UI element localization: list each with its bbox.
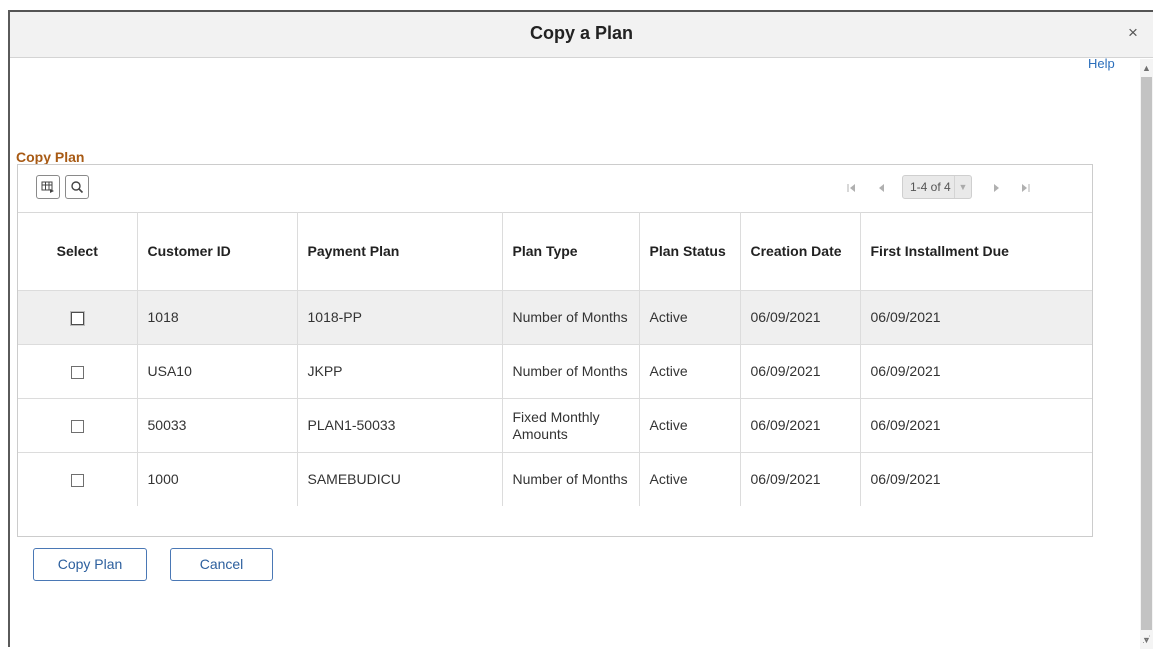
select-checkbox[interactable] bbox=[70, 311, 84, 325]
payment-plan-cell: JKPP bbox=[297, 344, 503, 399]
scroll-up-arrow-icon[interactable]: ▲ bbox=[1140, 61, 1153, 75]
select-checkbox[interactable] bbox=[70, 419, 84, 433]
copy-plan-button[interactable]: Copy Plan bbox=[33, 548, 147, 581]
table-row[interactable]: 1018 1018-PP Number of Months Active 06/… bbox=[18, 290, 1092, 345]
section-title: Copy Plan bbox=[16, 149, 85, 165]
previous-page-icon[interactable] bbox=[875, 181, 889, 195]
payment-plan-cell: SAMEBUDICU bbox=[297, 452, 503, 506]
last-page-icon[interactable] bbox=[1018, 181, 1032, 195]
column-header-first-installment-due[interactable]: First Installment Due bbox=[860, 212, 1092, 291]
modal-header: Copy a Plan × bbox=[10, 12, 1153, 58]
close-icon[interactable]: × bbox=[1125, 24, 1141, 41]
next-page-icon[interactable] bbox=[989, 181, 1003, 195]
cancel-button[interactable]: Cancel bbox=[170, 548, 273, 581]
creation-date-cell: 06/09/2021 bbox=[740, 290, 861, 345]
plan-type-cell: Number of Months bbox=[502, 290, 640, 345]
payment-plan-cell: PLAN1-50033 bbox=[297, 398, 503, 453]
scrollbar-thumb[interactable] bbox=[1141, 77, 1152, 630]
plan-status-cell: Active bbox=[639, 344, 741, 399]
plan-type-cell: Number of Months bbox=[502, 344, 640, 399]
plan-status-cell: Active bbox=[639, 398, 741, 453]
plan-status-cell: Active bbox=[639, 452, 741, 506]
column-header-select[interactable]: Select bbox=[18, 212, 138, 291]
find-button[interactable] bbox=[65, 175, 89, 199]
background-page-strip bbox=[0, 0, 1153, 10]
customer-id-cell: USA10 bbox=[137, 344, 298, 399]
table-header-row: Select Customer ID Payment Plan Plan Typ… bbox=[18, 212, 1092, 291]
select-cell bbox=[18, 452, 138, 506]
vertical-scrollbar[interactable]: ▲ ▼ bbox=[1140, 59, 1153, 649]
modal-title: Copy a Plan bbox=[529, 23, 634, 43]
page-range-select[interactable]: 1-4 of 4 ▼ bbox=[902, 175, 972, 199]
first-installment-due-cell: 06/09/2021 bbox=[870, 471, 941, 487]
chevron-down-icon: ▼ bbox=[954, 176, 971, 198]
plans-table: Select Customer ID Payment Plan Plan Typ… bbox=[18, 212, 1092, 506]
select-checkbox[interactable] bbox=[70, 473, 84, 487]
column-header-payment-plan[interactable]: Payment Plan bbox=[297, 212, 503, 291]
column-header-plan-type[interactable]: Plan Type bbox=[502, 212, 640, 291]
column-header-customer-id[interactable]: Customer ID bbox=[137, 212, 298, 291]
search-icon bbox=[71, 181, 84, 194]
table-row[interactable]: USA10 JKPP Number of Months Active 06/09… bbox=[18, 344, 1092, 399]
customer-id-cell: 50033 bbox=[137, 398, 298, 453]
first-installment-due-cell: 06/09/2021 bbox=[860, 290, 1092, 345]
personalize-grid-button[interactable] bbox=[36, 175, 60, 199]
creation-date-cell: 06/09/2021 bbox=[740, 452, 861, 506]
creation-date-cell: 06/09/2021 bbox=[740, 398, 861, 453]
table-row[interactable]: 1000 SAMEBUDICU Number of Months Active … bbox=[18, 452, 1092, 506]
table-row[interactable]: 50033 PLAN1-50033 Fixed Monthly Amounts … bbox=[18, 398, 1092, 453]
plan-status-cell: Active bbox=[639, 290, 741, 345]
creation-date-cell: 06/09/2021 bbox=[740, 344, 861, 399]
column-header-plan-status[interactable]: Plan Status bbox=[639, 212, 741, 291]
first-installment-due-cell: 06/09/2021 bbox=[860, 398, 1092, 453]
select-cell bbox=[18, 344, 138, 399]
resize-grip-icon[interactable]: ⋰ bbox=[1142, 634, 1151, 645]
first-page-icon[interactable] bbox=[845, 181, 859, 195]
customer-id-cell: 1000 bbox=[137, 452, 298, 506]
select-checkbox[interactable] bbox=[70, 365, 84, 379]
copy-plan-grid: 1-4 of 4 ▼ Select Customer ID Payment Pl… bbox=[17, 164, 1093, 537]
grid-toolbar: 1-4 of 4 ▼ bbox=[18, 165, 1092, 213]
first-installment-due-cell: 06/09/2021 bbox=[860, 344, 1092, 399]
plan-type-cell: Fixed Monthly Amounts bbox=[502, 398, 640, 453]
select-cell bbox=[18, 398, 138, 453]
grid-personalize-icon bbox=[41, 181, 54, 193]
page-range-label: 1-4 of 4 bbox=[910, 180, 951, 194]
select-cell bbox=[18, 290, 138, 345]
payment-plan-cell: 1018-PP bbox=[297, 290, 503, 345]
customer-id-cell: 1018 bbox=[137, 290, 298, 345]
help-link[interactable]: Help bbox=[1088, 56, 1115, 71]
column-header-creation-date[interactable]: Creation Date bbox=[740, 212, 861, 291]
plan-type-cell: Number of Months bbox=[502, 452, 640, 506]
